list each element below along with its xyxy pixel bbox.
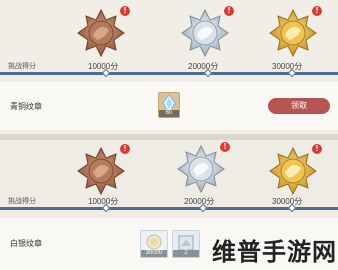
- reward-title: 青铜纹章: [10, 102, 42, 111]
- score-threshold-gold: 30000分: [272, 62, 303, 71]
- score-threshold-gold: 30000分: [272, 197, 303, 206]
- bronze-emblem-icon[interactable]: [76, 8, 126, 58]
- bronze-alert-badge: !: [120, 6, 130, 16]
- reward-item-count: 60: [159, 110, 179, 117]
- reward-item-count: 30000: [141, 250, 167, 257]
- bronze-alert-badge: !: [120, 144, 130, 154]
- gold-emblem-icon[interactable]: [268, 8, 318, 58]
- reward-row: 白银纹章 30000 2 维普手游网: [0, 218, 338, 270]
- score-label: 挑战得分: [8, 63, 36, 70]
- reward-panel-bottom: ! ! ! 挑战得分 10000分 20000分 30000分 白银纹章 300…: [0, 140, 338, 270]
- reward-row: 青铜纹章 60 领取: [0, 82, 338, 130]
- reward-item[interactable]: 60: [158, 92, 180, 118]
- claim-button[interactable]: 领取: [268, 98, 330, 114]
- reward-item-count: 2: [173, 250, 199, 257]
- reward-item[interactable]: 30000: [140, 230, 168, 258]
- score-threshold-silver: 20000分: [188, 62, 219, 71]
- reward-item[interactable]: 2: [172, 230, 200, 258]
- silver-emblem-icon[interactable]: [176, 144, 226, 194]
- reward-panel-top: ! ! ! 挑战得分 10000分 20000分 30000分 青铜纹章 60 …: [0, 0, 338, 134]
- gold-emblem-icon[interactable]: [268, 146, 318, 196]
- gold-alert-badge: !: [312, 6, 322, 16]
- bronze-emblem-icon[interactable]: [76, 146, 126, 196]
- score-threshold-silver: 20000分: [184, 197, 215, 206]
- watermark: 维普手游网: [212, 239, 337, 266]
- silver-emblem-icon[interactable]: [180, 8, 230, 58]
- score-label: 挑战得分: [8, 198, 36, 205]
- gold-alert-badge: !: [312, 144, 322, 154]
- silver-alert-badge: !: [224, 6, 234, 16]
- silver-alert-badge: !: [220, 142, 230, 152]
- reward-title: 白银纹章: [10, 239, 42, 248]
